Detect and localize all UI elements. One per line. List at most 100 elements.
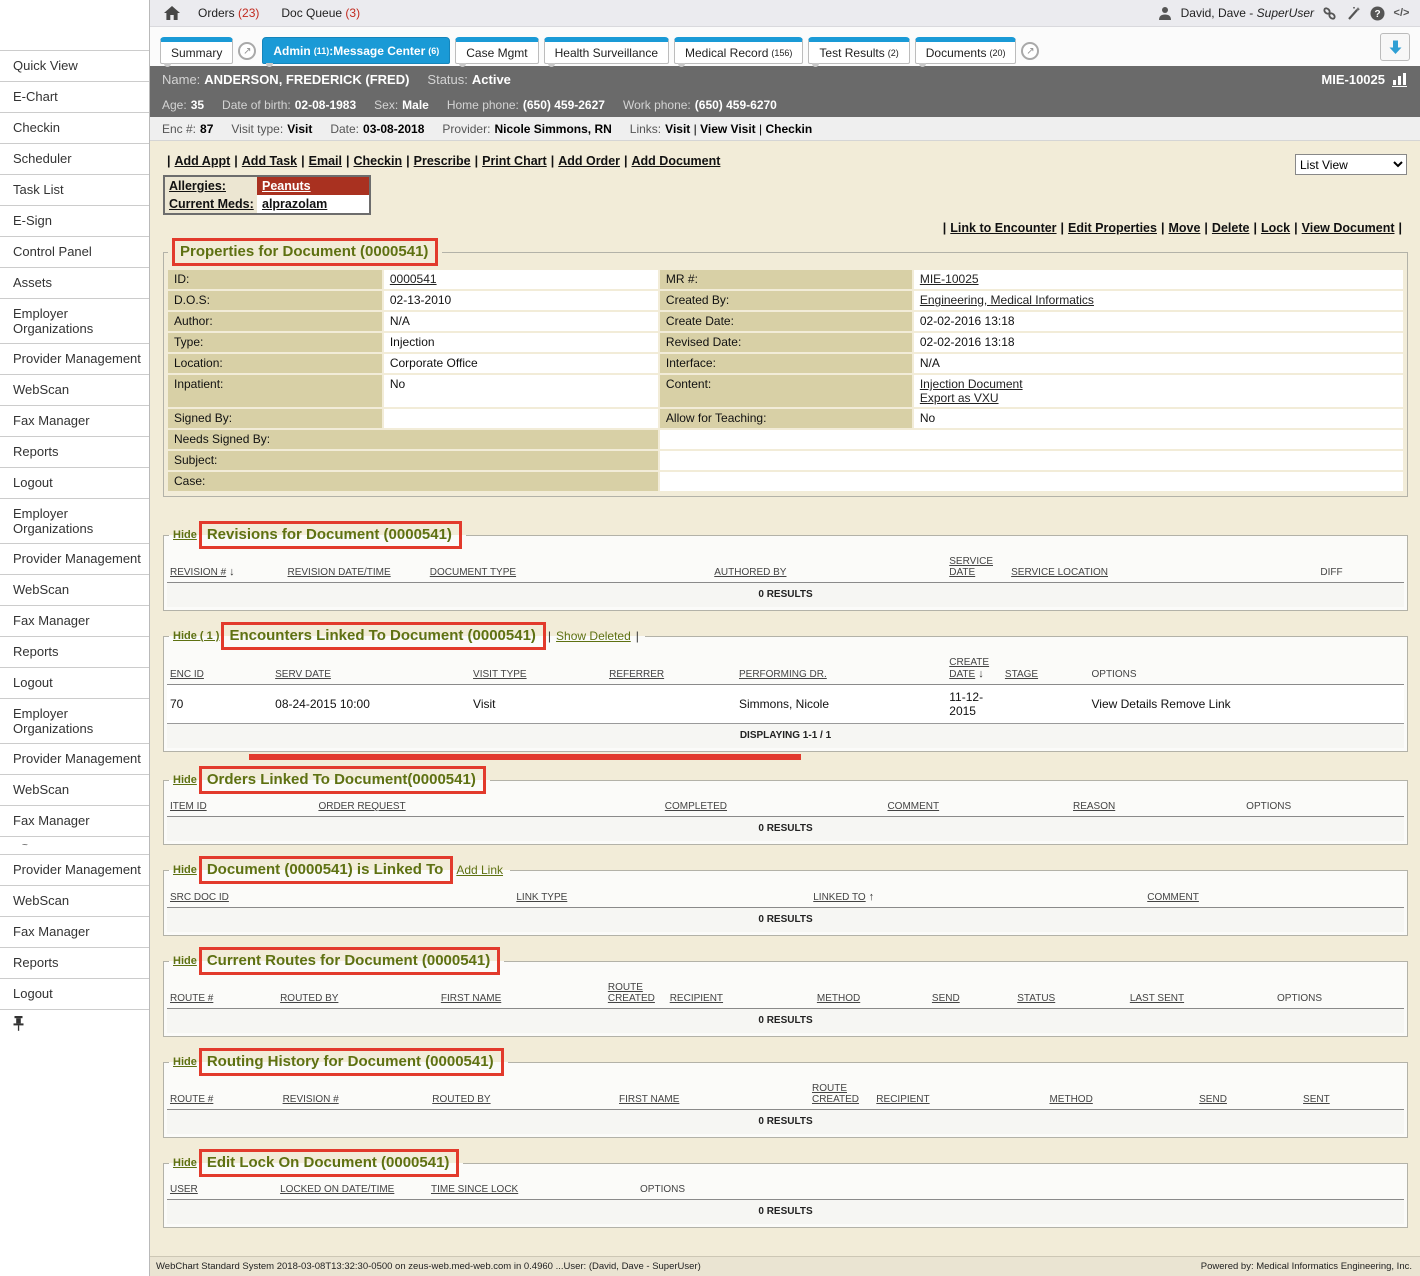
home-button[interactable] (164, 6, 180, 20)
hide-link-encounters[interactable]: Hide ( 1 ) (173, 630, 219, 642)
col-header-create-date[interactable]: CREATE DATE↓ (946, 651, 1002, 685)
help-icon[interactable]: ? (1369, 5, 1386, 22)
action-add-appt[interactable]: Add Appt (175, 154, 231, 168)
tab-documents-20[interactable]: Documents (20) (915, 37, 1017, 64)
sidebar-item-blank[interactable]: ~ (0, 836, 149, 854)
sidebar-item-webscan[interactable]: WebScan (0, 885, 149, 916)
col-header-comment[interactable]: COMMENT (884, 795, 1070, 817)
doc-action-link-to-encounter[interactable]: Link to Encounter (950, 221, 1056, 235)
tab-case-mgmt[interactable]: Case Mgmt (455, 37, 538, 64)
sidebar-item-logout[interactable]: Logout (0, 978, 149, 1009)
hide-link-routes[interactable]: Hide (173, 955, 197, 967)
sidebar-item-assets[interactable]: Assets (0, 267, 149, 298)
sidebar-pin-toggle[interactable] (0, 1009, 149, 1039)
sidebar-item-reports[interactable]: Reports (0, 636, 149, 667)
doc-action-delete[interactable]: Delete (1212, 221, 1250, 235)
col-header-route-created[interactable]: ROUTE CREATED (809, 1077, 873, 1110)
code-icon[interactable]: </> (1393, 5, 1410, 22)
col-header-stage[interactable]: STAGE (1002, 651, 1089, 685)
col-header-first-name[interactable]: FIRST NAME (438, 976, 605, 1009)
hide-link-linked[interactable]: Hide (173, 864, 197, 876)
action-add-task[interactable]: Add Task (242, 154, 297, 168)
popout-icon[interactable]: ↗ (1021, 42, 1039, 60)
col-header-method[interactable]: METHOD (1046, 1077, 1196, 1110)
col-header-route-created[interactable]: ROUTE CREATED (605, 976, 667, 1009)
prop-link-engineering-medical-informatics[interactable]: Engineering, Medical Informatics (920, 293, 1094, 307)
sidebar-item-checkin[interactable]: Checkin (0, 112, 149, 143)
prop-link-mie-10025[interactable]: MIE-10025 (920, 272, 979, 286)
col-header-send[interactable]: SEND (1196, 1077, 1300, 1110)
sidebar-item-logout[interactable]: Logout (0, 667, 149, 698)
sidebar-item-provider-management[interactable]: Provider Management (0, 543, 149, 574)
hide-link-orders[interactable]: Hide (173, 774, 197, 786)
col-header-first-name[interactable]: FIRST NAME (616, 1077, 809, 1110)
tab-summary[interactable]: Summary (160, 37, 233, 64)
col-header-service-location[interactable]: SERVICE LOCATION (1008, 550, 1317, 583)
prop-link-0000541[interactable]: 0000541 (390, 272, 437, 286)
prop-link-injection-document[interactable]: Injection Document (920, 377, 1397, 391)
col-header-visit-type[interactable]: VISIT TYPE (470, 651, 606, 685)
sidebar-item-provider-management[interactable]: Provider Management (0, 854, 149, 885)
action-add-order[interactable]: Add Order (558, 154, 620, 168)
action-add-document[interactable]: Add Document (632, 154, 721, 168)
action-prescribe[interactable]: Prescribe (414, 154, 471, 168)
col-header-recipient[interactable]: RECIPIENT (667, 976, 814, 1009)
tab-medical-record-156[interactable]: Medical Record (156) (674, 37, 803, 64)
col-header-send[interactable]: SEND (929, 976, 1014, 1009)
sidebar-item-webscan[interactable]: WebScan (0, 574, 149, 605)
doc-action-lock[interactable]: Lock (1261, 221, 1290, 235)
hide-link-editlock[interactable]: Hide (173, 1157, 197, 1169)
allergy-peanuts-link[interactable]: Peanuts (262, 179, 311, 193)
col-header-status[interactable]: STATUS (1014, 976, 1127, 1009)
col-header-performing-dr[interactable]: PERFORMING DR. (736, 651, 946, 685)
sidebar-item-employer-organizations[interactable]: Employer Organizations (0, 498, 149, 543)
action-checkin[interactable]: Checkin (353, 154, 402, 168)
col-header-authored-by[interactable]: AUTHORED BY (711, 550, 946, 583)
sidebar-item-e-chart[interactable]: E-Chart (0, 81, 149, 112)
link-add-link[interactable]: Add Link (456, 863, 503, 877)
action-print-chart[interactable]: Print Chart (482, 154, 547, 168)
col-header-service-date[interactable]: SERVICE DATE (946, 550, 1008, 583)
col-header-link-type[interactable]: LINK TYPE (513, 885, 810, 908)
col-header-serv-date[interactable]: SERV DATE (272, 651, 470, 685)
current-meds-link[interactable]: Current Meds: (165, 195, 257, 213)
user-menu[interactable]: David, Dave - SuperUser (1181, 6, 1314, 20)
allergies-link[interactable]: Allergies: (165, 177, 257, 195)
col-header-route[interactable]: ROUTE # (167, 1077, 280, 1110)
col-header-referrer[interactable]: REFERRER (606, 651, 736, 685)
sidebar-item-employer-organizations[interactable]: Employer Organizations (0, 698, 149, 743)
sidebar-item-reports[interactable]: Reports (0, 947, 149, 978)
col-header-user[interactable]: USER (167, 1178, 277, 1200)
sidebar-item-logout[interactable]: Logout (0, 467, 149, 498)
enc-link-checkin[interactable]: Checkin (765, 122, 812, 136)
col-header-enc-id[interactable]: ENC ID (167, 651, 272, 685)
sidebar-item-webscan[interactable]: WebScan (0, 774, 149, 805)
chart-flowsheet-icon[interactable] (1391, 72, 1408, 87)
doc-action-view-document[interactable]: View Document (1302, 221, 1395, 235)
col-header-method[interactable]: METHOD (814, 976, 929, 1009)
enc-link-view-visit[interactable]: View Visit (700, 122, 756, 136)
enc-link-visit[interactable]: Visit (665, 122, 690, 136)
row-options[interactable]: View Details Remove Link (1089, 685, 1405, 724)
hide-link-history[interactable]: Hide (173, 1056, 197, 1068)
col-header-linked-to[interactable]: LINKED TO↑ (810, 885, 1144, 908)
col-header-route[interactable]: ROUTE # (167, 976, 277, 1009)
action-email[interactable]: Email (309, 154, 342, 168)
col-header-document-type[interactable]: DOCUMENT TYPE (427, 550, 712, 583)
view-mode-select[interactable]: List View (1295, 154, 1407, 175)
col-header-reason[interactable]: REASON (1070, 795, 1243, 817)
med-alprazolam-link[interactable]: alprazolam (262, 197, 327, 211)
doc-action-edit-properties[interactable]: Edit Properties (1068, 221, 1157, 235)
hide-link-revisions[interactable]: Hide (173, 529, 197, 541)
col-header-sent[interactable]: SENT (1300, 1077, 1404, 1110)
tab-health-surveillance[interactable]: Health Surveillance (544, 37, 669, 64)
tab-test-results-2[interactable]: Test Results (2) (808, 37, 909, 64)
sidebar-item-scheduler[interactable]: Scheduler (0, 143, 149, 174)
wand-icon[interactable] (1345, 5, 1362, 22)
col-header-recipient[interactable]: RECIPIENT (873, 1077, 1046, 1110)
col-header-revision[interactable]: REVISION #↓ (167, 550, 285, 583)
sidebar-item-employer-organizations[interactable]: Employer Organizations (0, 298, 149, 343)
sidebar-item-e-sign[interactable]: E-Sign (0, 205, 149, 236)
sidebar-item-provider-management[interactable]: Provider Management (0, 343, 149, 374)
col-header-src-doc-id[interactable]: SRC DOC ID (167, 885, 513, 908)
